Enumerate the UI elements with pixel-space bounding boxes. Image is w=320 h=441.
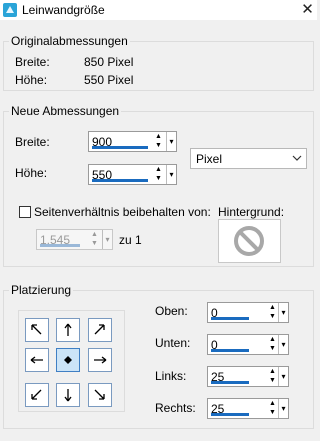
unit-select-value: Pixel bbox=[196, 152, 223, 166]
top-margin-label: Oben: bbox=[155, 304, 188, 318]
arrow-right-icon bbox=[94, 356, 107, 364]
background-color-swatch[interactable] bbox=[218, 219, 281, 263]
left-margin-label: Links: bbox=[155, 369, 187, 383]
placement-top-right-button[interactable] bbox=[88, 318, 112, 342]
new-width-spinner[interactable]: 900 ▲ ▼ ▾ bbox=[88, 131, 177, 152]
placement-top-button[interactable] bbox=[56, 318, 80, 342]
bottom-margin-slider-bar[interactable] bbox=[211, 349, 249, 352]
bottom-margin-spinner[interactable]: 0 ▲ ▼ ▾ bbox=[207, 334, 289, 355]
new-height-up-arrow-icon[interactable]: ▲ bbox=[154, 165, 163, 174]
ratio-suffix: zu 1 bbox=[119, 233, 142, 247]
no-color-icon bbox=[234, 226, 264, 256]
chevron-down-icon bbox=[292, 155, 302, 161]
unit-select[interactable]: Pixel bbox=[190, 148, 307, 169]
bottom-margin-down-arrow-icon[interactable]: ▼ bbox=[268, 344, 277, 353]
placement-top-left-button[interactable] bbox=[25, 318, 49, 342]
placement-bottom-right-button[interactable] bbox=[88, 383, 112, 407]
arrow-up-right-icon bbox=[94, 324, 105, 335]
arrow-up-icon bbox=[64, 323, 72, 336]
arrow-down-icon bbox=[64, 389, 72, 402]
left-margin-dropdown-icon[interactable]: ▾ bbox=[278, 367, 288, 386]
app-icon bbox=[3, 3, 17, 17]
left-margin-slider-bar[interactable] bbox=[211, 381, 249, 384]
center-diamond-icon bbox=[64, 356, 72, 364]
new-width-up-arrow-icon[interactable]: ▲ bbox=[154, 132, 163, 141]
placement-left-button[interactable] bbox=[25, 348, 49, 372]
new-height-label: Höhe: bbox=[15, 166, 48, 180]
left-margin-up-arrow-icon[interactable]: ▲ bbox=[268, 367, 277, 376]
title-bar: Leinwandgröße ✕ bbox=[0, 0, 317, 20]
top-margin-down-arrow-icon[interactable]: ▼ bbox=[268, 312, 277, 321]
new-width-slider-bar[interactable] bbox=[92, 146, 148, 149]
new-height-slider-bar[interactable] bbox=[92, 179, 148, 182]
original-height-value: 550 Pixel bbox=[84, 73, 134, 87]
background-label: Hintergrund: bbox=[218, 205, 285, 219]
ratio-down-arrow-icon[interactable]: ▼ bbox=[90, 239, 99, 248]
new-width-dropdown-icon[interactable]: ▾ bbox=[166, 132, 176, 151]
close-button[interactable]: ✕ bbox=[298, 0, 317, 20]
arrow-up-left-icon bbox=[31, 324, 42, 335]
right-margin-spinner[interactable]: 25 ▲ ▼ ▾ bbox=[207, 398, 289, 419]
top-margin-up-arrow-icon[interactable]: ▲ bbox=[268, 303, 277, 312]
ratio-slider-bar[interactable] bbox=[40, 244, 80, 247]
new-width-down-arrow-icon[interactable]: ▼ bbox=[154, 141, 163, 150]
window-title: Leinwandgröße bbox=[22, 3, 105, 17]
right-margin-slider-bar[interactable] bbox=[211, 413, 249, 416]
placement-center-button[interactable] bbox=[56, 348, 80, 372]
top-margin-slider-bar[interactable] bbox=[211, 317, 249, 320]
original-height-label: Höhe: bbox=[15, 73, 48, 87]
right-margin-down-arrow-icon[interactable]: ▼ bbox=[268, 408, 277, 417]
placement-bottom-button[interactable] bbox=[56, 383, 80, 407]
bottom-margin-up-arrow-icon[interactable]: ▲ bbox=[268, 335, 277, 344]
ratio-spinner[interactable]: 1,545 ▲ ▼ ▾ bbox=[36, 229, 113, 250]
new-dimensions-label: Neue Abmessungen bbox=[9, 104, 122, 118]
top-margin-spinner[interactable]: 0 ▲ ▼ ▾ bbox=[207, 302, 289, 323]
ratio-dropdown-icon[interactable]: ▾ bbox=[102, 230, 112, 249]
keep-ratio-label: Seitenverhältnis beibehalten von: bbox=[34, 205, 211, 219]
new-height-spinner[interactable]: 550 ▲ ▼ ▾ bbox=[88, 164, 177, 185]
placement-right-button[interactable] bbox=[88, 348, 112, 372]
arrow-down-left-icon bbox=[31, 389, 42, 400]
placement-label: Platzierung bbox=[9, 283, 74, 297]
arrow-down-right-icon bbox=[94, 389, 105, 400]
bottom-margin-dropdown-icon[interactable]: ▾ bbox=[278, 335, 288, 354]
arrow-left-icon bbox=[30, 356, 43, 364]
new-width-label: Breite: bbox=[15, 135, 50, 149]
original-width-label: Breite: bbox=[15, 55, 50, 69]
new-height-down-arrow-icon[interactable]: ▼ bbox=[154, 174, 163, 183]
right-margin-up-arrow-icon[interactable]: ▲ bbox=[268, 399, 277, 408]
top-margin-dropdown-icon[interactable]: ▾ bbox=[278, 303, 288, 322]
placement-bottom-left-button[interactable] bbox=[25, 383, 49, 407]
right-margin-label: Rechts: bbox=[155, 401, 196, 415]
left-margin-down-arrow-icon[interactable]: ▼ bbox=[268, 376, 277, 385]
keep-ratio-checkbox[interactable] bbox=[19, 206, 31, 218]
original-dimensions-label: Originalabmessungen bbox=[9, 34, 130, 48]
right-margin-dropdown-icon[interactable]: ▾ bbox=[278, 399, 288, 418]
bottom-margin-label: Unten: bbox=[155, 336, 191, 350]
left-margin-spinner[interactable]: 25 ▲ ▼ ▾ bbox=[207, 366, 289, 387]
original-width-value: 850 Pixel bbox=[84, 55, 134, 69]
ratio-up-arrow-icon[interactable]: ▲ bbox=[90, 230, 99, 239]
new-height-dropdown-icon[interactable]: ▾ bbox=[166, 165, 176, 184]
